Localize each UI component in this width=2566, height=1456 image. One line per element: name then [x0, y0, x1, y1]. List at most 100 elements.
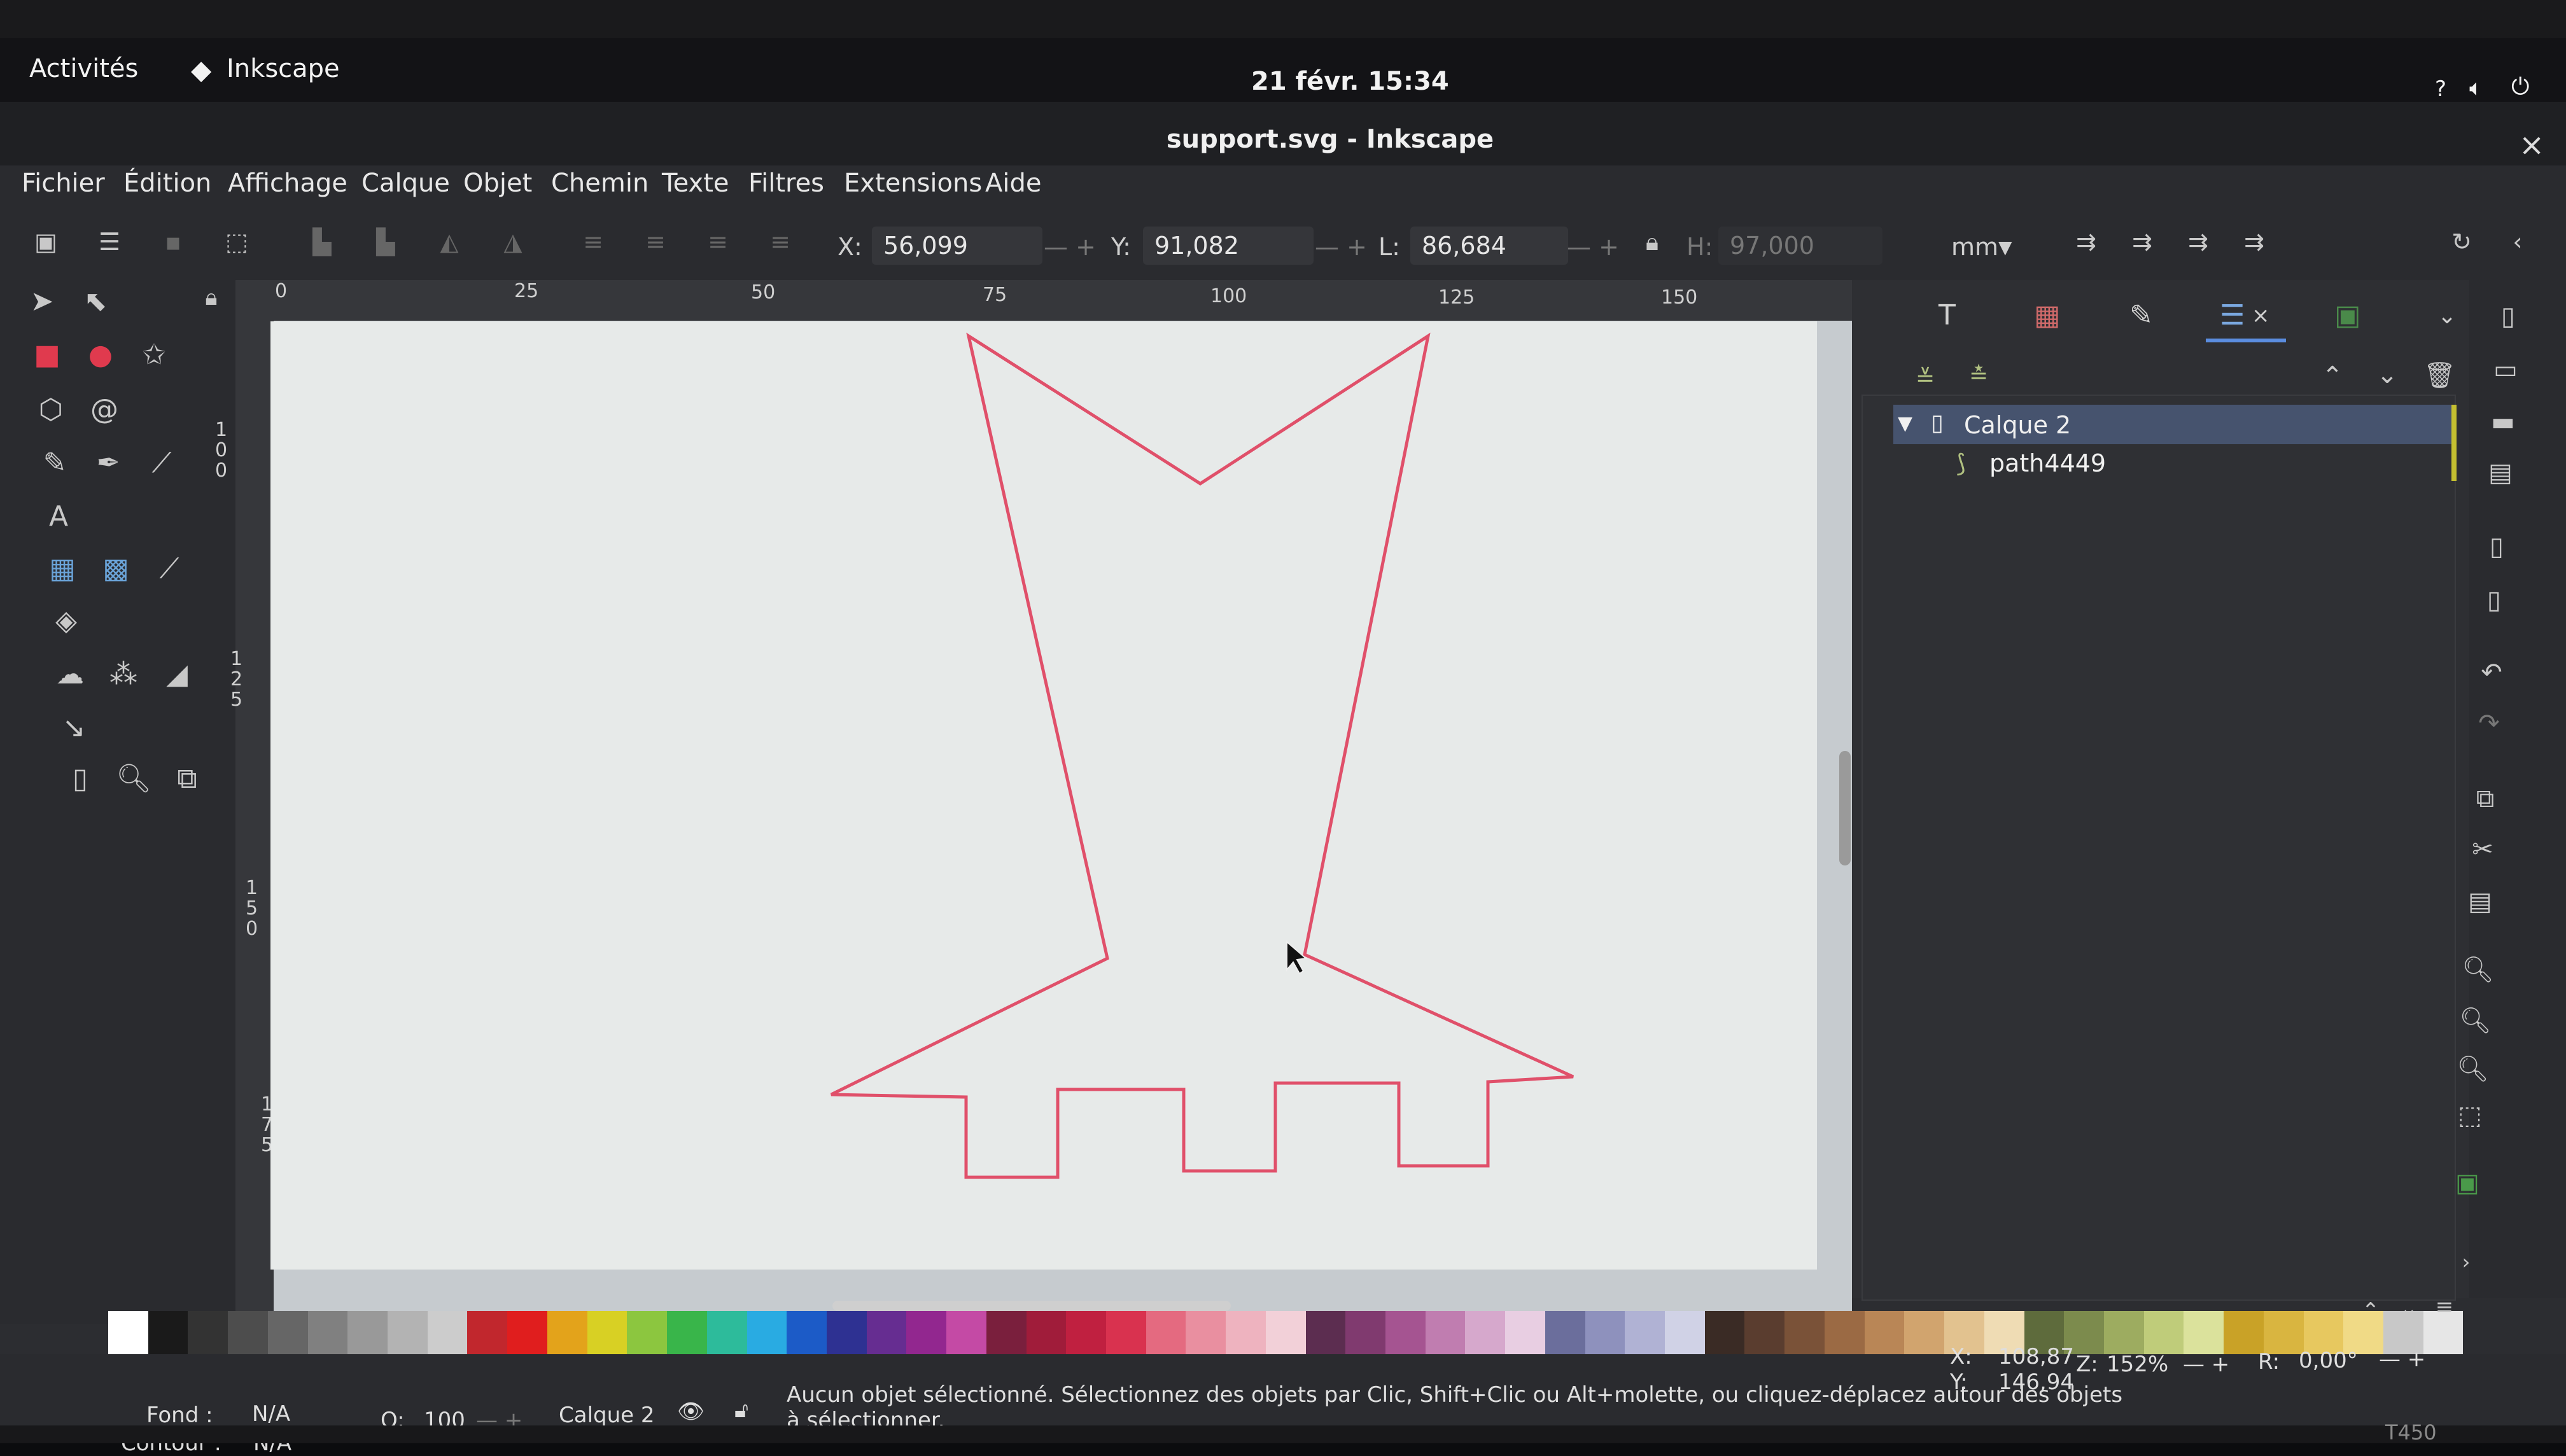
fill-stroke-tab-icon[interactable]: ✎ — [2129, 299, 2153, 332]
import-icon[interactable]: ▯ — [2481, 532, 2513, 561]
new-document-icon[interactable]: ▯ — [2492, 302, 2524, 331]
current-layer-select[interactable]: Calque 2 — [559, 1403, 655, 1428]
cursor-x-label: X: — [1950, 1344, 1972, 1369]
color-swatch[interactable] — [547, 1311, 587, 1354]
color-swatch[interactable] — [1026, 1311, 1067, 1354]
color-swatch[interactable] — [307, 1311, 348, 1354]
rotation-stepper[interactable]: — + — [2379, 1347, 2425, 1372]
color-swatch[interactable] — [2263, 1311, 2304, 1354]
text-font-tab-icon[interactable]: T — [1939, 299, 1956, 332]
color-swatch[interactable] — [2143, 1311, 2184, 1354]
path-name[interactable]: path4449 — [1989, 449, 2106, 477]
color-swatch[interactable] — [1665, 1311, 1705, 1354]
chevron-right-icon[interactable]: › — [2450, 1250, 2482, 1274]
color-swatch[interactable] — [667, 1311, 707, 1354]
close-tab-icon[interactable]: × — [2252, 303, 2270, 328]
color-swatch[interactable] — [1105, 1311, 1146, 1354]
color-swatch[interactable] — [747, 1311, 787, 1354]
color-swatch[interactable] — [467, 1311, 508, 1354]
color-swatch[interactable] — [1305, 1311, 1346, 1354]
open-icon[interactable]: ▭ — [2490, 355, 2521, 384]
color-swatch[interactable] — [866, 1311, 907, 1354]
palette-scroll-down-icon[interactable]: ⌄ — [2393, 1296, 2425, 1321]
color-swatch[interactable] — [1625, 1311, 1665, 1354]
color-swatch[interactable] — [1186, 1311, 1226, 1354]
color-swatch[interactable] — [1265, 1311, 1306, 1354]
delete-layer-icon[interactable]: 🗑︎ — [2423, 360, 2456, 390]
color-swatch[interactable] — [1385, 1311, 1426, 1354]
zoom-input[interactable]: 152% — [2107, 1352, 2168, 1377]
export-icon[interactable]: ▯ — [2478, 585, 2510, 615]
zoom-page-icon[interactable]: 🔍︎ — [2457, 1054, 2489, 1084]
color-swatch[interactable] — [1904, 1311, 1945, 1354]
color-swatch[interactable] — [148, 1311, 188, 1354]
expand-arrow-icon[interactable]: ▼ — [1898, 412, 1912, 435]
layers-tab-icon[interactable]: ☰ — [2220, 299, 2245, 332]
palette-scroll-up-icon[interactable]: ⌃ — [2355, 1298, 2387, 1324]
copy-icon[interactable]: ⧉ — [2469, 784, 2501, 813]
paste-icon[interactable]: ▤ — [2464, 887, 2496, 916]
color-swatch[interactable] — [267, 1311, 308, 1354]
color-swatch[interactable] — [1824, 1311, 1865, 1354]
color-swatch[interactable] — [1226, 1311, 1266, 1354]
save-icon[interactable]: ▬ — [2487, 407, 2519, 437]
duplicate-icon[interactable]: ▣ — [2451, 1168, 2483, 1198]
color-swatch[interactable] — [388, 1311, 428, 1354]
color-swatch[interactable] — [1704, 1311, 1745, 1354]
color-swatch[interactable] — [507, 1311, 547, 1354]
color-swatch[interactable] — [906, 1311, 947, 1354]
palette-menu-icon[interactable]: ≡ — [2429, 1294, 2460, 1320]
horizontal-scrollbar-thumb[interactable] — [832, 1301, 1231, 1311]
color-swatch[interactable] — [1545, 1311, 1585, 1354]
color-swatch[interactable] — [108, 1311, 148, 1354]
print-icon[interactable]: ▤ — [2485, 458, 2516, 487]
zoom-selection-icon[interactable]: 🔍︎ — [2462, 955, 2494, 984]
layer-name[interactable]: Calque 2 — [1964, 411, 2071, 439]
layer-visibility-icon[interactable]: 👁︎ — [677, 1399, 705, 1424]
color-swatch[interactable] — [347, 1311, 388, 1354]
color-swatch[interactable] — [986, 1311, 1027, 1354]
color-swatch[interactable] — [1146, 1311, 1186, 1354]
color-swatch[interactable] — [706, 1311, 747, 1354]
color-palette[interactable] — [108, 1311, 2464, 1354]
redo-icon[interactable]: ↷ — [2473, 709, 2505, 738]
color-swatch[interactable] — [587, 1311, 627, 1354]
color-swatch[interactable] — [1744, 1311, 1785, 1354]
swatches-tab-icon[interactable]: ▦ — [2034, 299, 2061, 332]
chevron-down-icon[interactable]: ⌄ — [2437, 303, 2457, 329]
color-swatch[interactable] — [1465, 1311, 1506, 1354]
raise-layer-icon[interactable]: ⌃ — [2317, 361, 2348, 391]
color-swatch[interactable] — [1425, 1311, 1466, 1354]
color-swatch[interactable] — [946, 1311, 986, 1354]
lower-layer-icon[interactable]: ⌄ — [2371, 360, 2403, 389]
color-swatch[interactable] — [427, 1311, 468, 1354]
color-swatch[interactable] — [228, 1311, 268, 1354]
color-swatch[interactable] — [1864, 1311, 1905, 1354]
vertical-scrollbar-thumb[interactable] — [1839, 751, 1851, 865]
zoom-width-icon[interactable]: ⬚ — [2454, 1101, 2486, 1130]
color-swatch[interactable] — [1066, 1311, 1106, 1354]
color-swatch[interactable] — [627, 1311, 668, 1354]
cut-icon[interactable]: ✂ — [2467, 835, 2499, 864]
color-swatch[interactable] — [1585, 1311, 1625, 1354]
color-swatch[interactable] — [2184, 1311, 2224, 1354]
undo-icon[interactable]: ↶ — [2476, 658, 2507, 687]
color-swatch[interactable] — [826, 1311, 867, 1354]
layer-lock-icon[interactable]: 🔓︎ — [734, 1397, 748, 1423]
laptop-bezel-bottom — [0, 1425, 2566, 1443]
add-sublayer-icon[interactable]: ≛ — [1963, 363, 1995, 389]
zoom-drawing-icon[interactable]: 🔍︎ — [2459, 1005, 2492, 1035]
color-swatch[interactable] — [1784, 1311, 1825, 1354]
rotation-input[interactable]: 0,00° — [2299, 1348, 2358, 1373]
color-swatch[interactable] — [787, 1311, 827, 1354]
color-swatch[interactable] — [1345, 1311, 1385, 1354]
export-tab-icon[interactable]: ▣ — [2334, 299, 2361, 332]
color-swatch[interactable] — [2224, 1311, 2264, 1354]
zoom-stepper[interactable]: — + — [2183, 1352, 2229, 1377]
add-layer-icon[interactable]: ≚ — [1909, 365, 1941, 391]
path4449-shape[interactable] — [830, 332, 1574, 1179]
color-swatch[interactable] — [1505, 1311, 1545, 1354]
color-swatch[interactable] — [2103, 1311, 2144, 1354]
color-swatch[interactable] — [188, 1311, 228, 1354]
fill-value[interactable]: N/A — [252, 1401, 290, 1427]
